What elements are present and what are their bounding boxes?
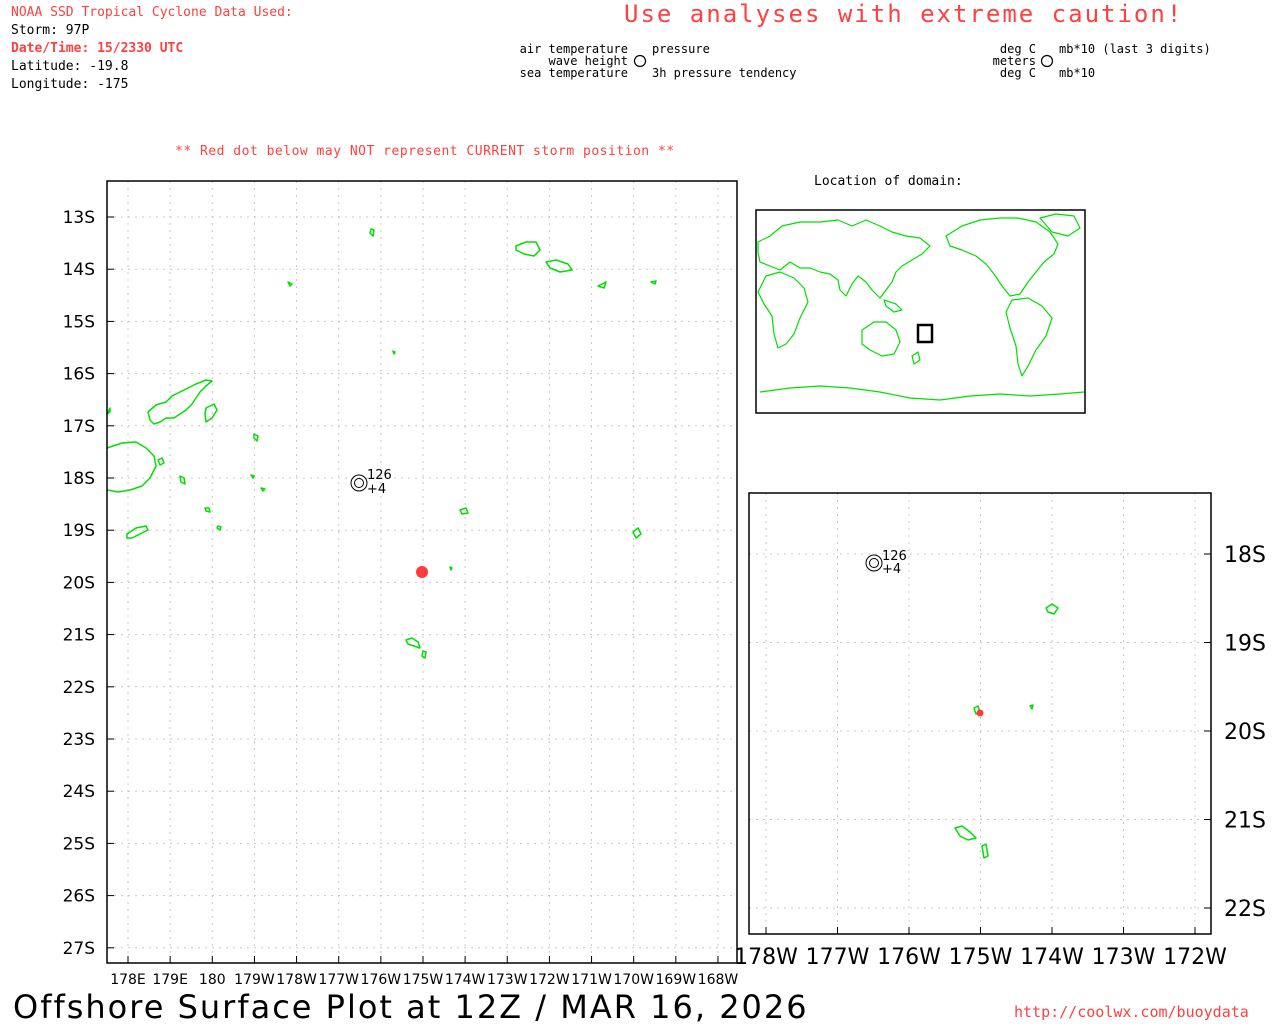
latitude-label: 18S [1224, 543, 1266, 568]
longitude-label: 168W [698, 972, 739, 988]
latitude-label: 22S [63, 678, 95, 698]
landmass [250, 474, 255, 479]
landmass [253, 433, 259, 442]
legend-station-circle-icon [1040, 54, 1054, 68]
world-inset-frame [755, 209, 1086, 414]
storm-position-dot [976, 709, 984, 717]
landmass [515, 241, 541, 257]
landmass [204, 507, 211, 513]
plot-title: Offshore Surface Plot at 12Z / MAR 16, 2… [13, 988, 809, 1024]
latitude-label: 18S [63, 469, 95, 489]
landmass [157, 457, 165, 466]
latitude-label: 14S [63, 260, 95, 280]
latitude-label: 23S [63, 730, 95, 750]
latitude-label: 27S [63, 939, 95, 959]
landmass [204, 403, 218, 423]
storm-position-dot [416, 566, 428, 578]
map-canvas: 126 +4 13S 14S 15S 16S 17S 18S 19S 20S 21S 22S 23S… [63, 54, 1266, 988]
station-circle-icon [865, 554, 883, 572]
longitude-label: 177W [318, 972, 359, 988]
longitude-label: 178W [276, 972, 317, 988]
longitude-label: 172W [1163, 945, 1227, 970]
main-map-station: 126 +4 [350, 468, 392, 497]
longitude-label: 179W [234, 972, 275, 988]
longitude-label: 173W [487, 972, 528, 988]
landmass [405, 637, 421, 649]
landmass [954, 825, 977, 841]
landmass [179, 475, 186, 485]
landmass [147, 379, 213, 425]
offshore-surface-plot: NOAA SSD Tropical Cyclone Data Used: Sto… [0, 0, 1280, 1024]
latitude-label: 22S [1224, 897, 1266, 922]
zoom-map-land [954, 603, 1059, 859]
landmass [650, 280, 657, 285]
latitude-label: 13S [63, 208, 95, 228]
main-map-land [106, 228, 657, 659]
latitude-label: 16S [63, 365, 95, 385]
main-map-longitude-labels: 178E 179E 180 179W 178W 177W 176W 175W 174W 173W 1… [110, 956, 738, 988]
latitude-label: 24S [63, 782, 95, 802]
landmass [216, 525, 222, 531]
longitude-label: 175W [949, 945, 1013, 970]
zoom-map-station: 126 +4 [865, 549, 907, 577]
landmass [459, 507, 469, 515]
longitude-label: 175W [403, 972, 444, 988]
latitude-label: 15S [63, 312, 95, 332]
longitude-label: 174W [445, 972, 486, 988]
longitude-label: 172W [529, 972, 570, 988]
longitude-label: 180 [199, 972, 226, 988]
landmass [126, 525, 149, 539]
landmass [369, 228, 375, 237]
latitude-label: 19S [1224, 632, 1266, 657]
landmass [421, 650, 427, 659]
latitude-label: 19S [63, 521, 95, 541]
longitude-label: 169W [656, 972, 697, 988]
world-inset [755, 209, 1086, 414]
latitude-label: 25S [63, 834, 95, 854]
station-pressure: 126 [367, 468, 392, 483]
landmass [392, 350, 396, 355]
latitude-label: 20S [63, 573, 95, 593]
longitude-label: 179E [152, 972, 188, 988]
longitude-label: 177W [806, 945, 870, 970]
landmass [260, 487, 266, 492]
latitude-label: 17S [63, 417, 95, 437]
landmass [981, 843, 989, 859]
longitude-label: 176W [877, 945, 941, 970]
source-url-link[interactable]: http://coolwx.com/buoydata [1014, 1003, 1249, 1021]
station-tendency: +4 [882, 562, 901, 577]
station-circle-icon [350, 474, 368, 492]
latitude-label: 21S [1224, 809, 1266, 834]
station-tendency: +4 [367, 482, 386, 497]
latitude-label: 26S [63, 887, 95, 907]
landmass [287, 281, 293, 287]
landmass [106, 441, 157, 493]
longitude-label: 174W [1020, 945, 1084, 970]
longitude-label: 176W [361, 972, 402, 988]
longitude-label: 173W [1092, 945, 1156, 970]
legend-station-circle-icon [633, 54, 647, 68]
latitude-label: 20S [1224, 720, 1266, 745]
latitude-label: 21S [63, 626, 95, 646]
landmass [597, 281, 607, 289]
landmass [1029, 704, 1034, 710]
longitude-label: 178E [110, 972, 146, 988]
longitude-label: 171W [571, 972, 612, 988]
station-circle-icon [869, 558, 879, 568]
longitude-label: 178W [734, 945, 798, 970]
longitude-label: 170W [613, 972, 654, 988]
landmass [632, 527, 642, 539]
station-circle-icon [354, 478, 364, 488]
landmass [449, 566, 453, 571]
zoom-map-latitude-labels: 18S 19S 20S 21S 22S [1204, 543, 1266, 922]
